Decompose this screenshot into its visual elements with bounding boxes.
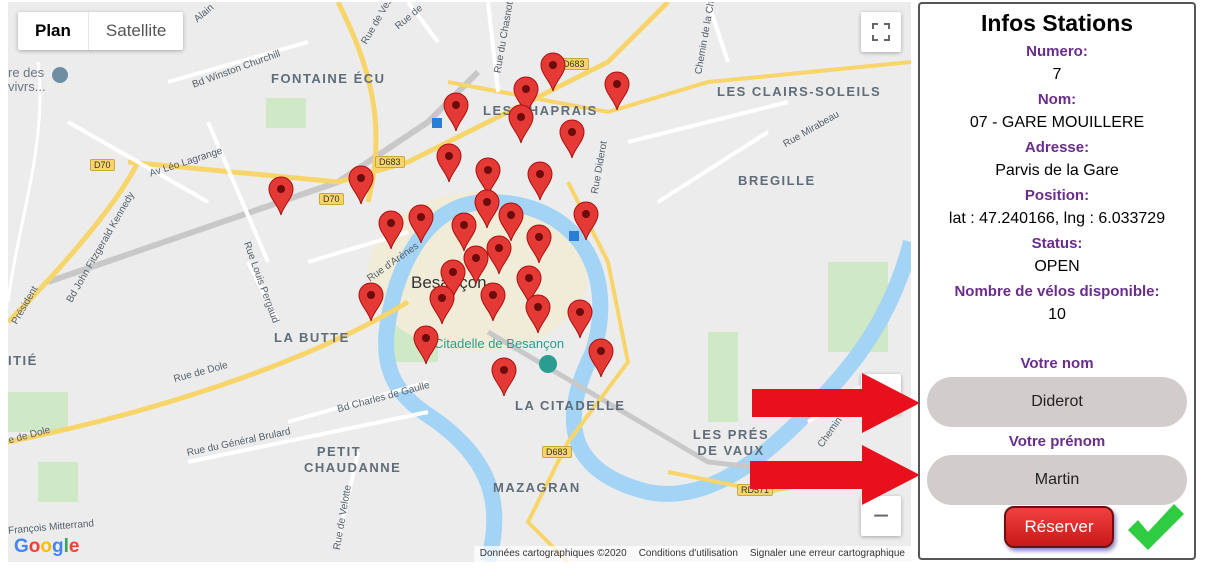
district-label: BREGILLE	[738, 173, 816, 188]
map-pin-icon	[588, 338, 614, 378]
map-pin-icon	[525, 294, 551, 334]
map-type-plan[interactable]: Plan	[18, 12, 89, 50]
station-marker[interactable]	[408, 204, 434, 244]
prenom-input[interactable]	[927, 455, 1187, 505]
map-pin-icon	[268, 176, 294, 216]
station-marker[interactable]	[573, 201, 599, 241]
map-pin-icon	[429, 285, 455, 325]
road-badge: D683	[542, 446, 572, 458]
station-marker[interactable]	[491, 357, 517, 397]
station-marker[interactable]	[429, 285, 455, 325]
station-marker[interactable]	[508, 104, 534, 144]
map-pin-icon	[491, 357, 517, 397]
map-pin-icon	[408, 204, 434, 244]
votre-nom-label: Votre nom	[1020, 355, 1094, 372]
report-error-link[interactable]: Signaler une erreur cartographique	[750, 548, 905, 560]
numero-label: Numero:	[1026, 43, 1088, 60]
map-pin-icon	[358, 282, 384, 322]
station-marker[interactable]	[567, 299, 593, 339]
velos-value: 10	[1048, 306, 1066, 323]
map-pin-icon	[348, 165, 374, 205]
map-pin-icon	[508, 104, 534, 144]
terms-link[interactable]: Conditions d'utilisation	[639, 548, 738, 560]
district-label: LES CLAIRS-SOLEILS	[717, 84, 882, 99]
map-pin-icon	[604, 71, 630, 111]
district-label: PETIT CHAUDANNE	[304, 444, 402, 475]
map-pin-icon	[559, 119, 585, 159]
position-label: Position:	[1024, 187, 1090, 204]
station-marker[interactable]	[559, 119, 585, 159]
map-footer: Données cartographiques ©2020 Conditions…	[473, 546, 911, 562]
district-label: MAZAGRAN	[493, 480, 581, 495]
map-type-satellite[interactable]: Satellite	[89, 12, 183, 50]
map-type-control: Plan Satellite	[18, 12, 184, 50]
station-marker[interactable]	[474, 189, 500, 229]
station-marker[interactable]	[268, 176, 294, 216]
district-label: LES CHAPRAIS	[483, 103, 598, 118]
station-marker[interactable]	[378, 210, 404, 250]
reserve-button[interactable]: Réserver	[1004, 506, 1114, 548]
station-marker[interactable]	[436, 143, 462, 183]
road-badge: D683	[375, 156, 405, 168]
arrow-icon	[752, 373, 920, 433]
map-pin-icon	[480, 282, 506, 322]
station-marker[interactable]	[480, 282, 506, 322]
map-data-credit: Données cartographiques ©2020	[479, 548, 627, 559]
fullscreen-icon	[872, 23, 890, 41]
station-marker[interactable]	[540, 52, 566, 92]
map-pin-icon	[413, 325, 439, 365]
votre-prenom-label: Votre prénom	[1008, 433, 1106, 450]
station-info-panel: Infos Stations Numero: 7 Nom: 07 - GARE …	[918, 2, 1196, 560]
station-marker[interactable]	[604, 71, 630, 111]
map-pin-icon	[540, 52, 566, 92]
map-pin-icon	[436, 143, 462, 183]
station-marker[interactable]	[443, 92, 469, 132]
district-label: LA CITADELLE	[515, 398, 626, 413]
map-pin-icon	[378, 210, 404, 250]
road-badge: D70	[90, 159, 115, 171]
nom-value: 07 - GARE MOUILLERE	[969, 114, 1145, 131]
map-pin-icon	[526, 224, 552, 264]
station-marker[interactable]	[527, 161, 553, 201]
station-marker[interactable]	[526, 224, 552, 264]
nom-input[interactable]	[927, 377, 1187, 427]
station-marker[interactable]	[463, 245, 489, 285]
numero-value: 7	[1052, 66, 1062, 83]
status-value: OPEN	[1034, 258, 1080, 275]
map-pin-icon	[573, 201, 599, 241]
map-pin-icon	[486, 235, 512, 275]
station-marker[interactable]	[525, 294, 551, 334]
road-badge: D70	[319, 193, 344, 205]
adresse-value: Parvis de la Gare	[995, 162, 1119, 179]
district-label: ITIÉ	[8, 353, 38, 368]
panel-title: Infos Stations	[980, 10, 1134, 36]
district-label: FONTAINE ÉCU	[271, 71, 386, 86]
station-marker[interactable]	[348, 165, 374, 205]
adresse-label: Adresse:	[1024, 139, 1090, 156]
station-marker[interactable]	[413, 325, 439, 365]
velos-label: Nombre de vélos disponible:	[954, 283, 1160, 300]
poi-label: re des vivrs...	[8, 65, 46, 94]
fullscreen-button[interactable]	[861, 12, 901, 52]
status-label: Status:	[1031, 235, 1083, 252]
station-marker[interactable]	[486, 235, 512, 275]
arrow-icon	[750, 445, 920, 505]
poi-label: Citadelle de Besançon	[434, 336, 565, 351]
map-pin-icon	[443, 92, 469, 132]
map-pin-icon	[567, 299, 593, 339]
district-label: LA BUTTE	[274, 330, 350, 345]
map-pin-icon	[474, 189, 500, 229]
nom-label: Nom:	[1037, 91, 1077, 108]
station-marker[interactable]	[588, 338, 614, 378]
google-logo: Google	[14, 536, 80, 557]
position-value: lat : 47.240166, lng : 6.033729	[948, 210, 1166, 227]
check-icon	[1128, 504, 1184, 550]
map-pin-icon	[527, 161, 553, 201]
map-pin-icon	[463, 245, 489, 285]
station-marker[interactable]	[358, 282, 384, 322]
